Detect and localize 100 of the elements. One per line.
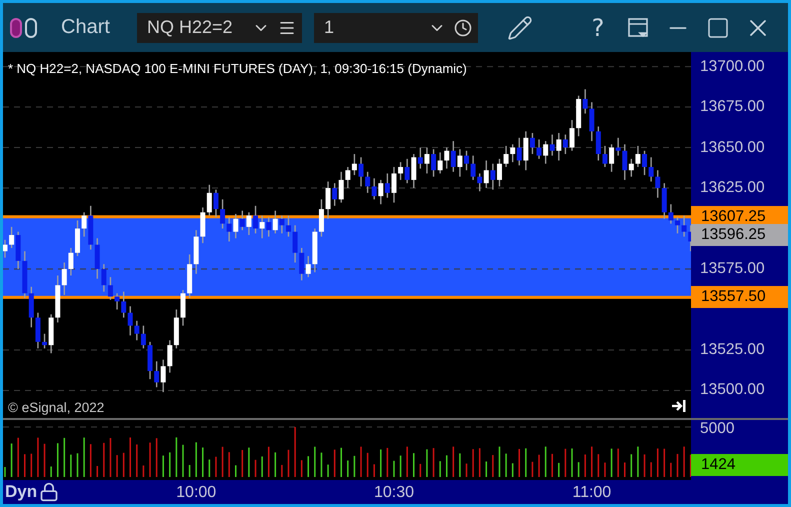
price-tick: 13675.00 [700, 98, 765, 116]
candlestick [220, 198, 226, 230]
candlestick [484, 160, 489, 189]
candlestick [9, 226, 14, 249]
candlestick [424, 146, 430, 174]
candlestick [306, 255, 311, 278]
candlestick [655, 170, 660, 198]
price-tick: 13700.00 [700, 58, 765, 76]
candlestick [682, 214, 687, 238]
candlestick [438, 152, 443, 174]
candlestick [358, 156, 364, 188]
candlestick [365, 171, 370, 194]
candlestick [292, 224, 298, 264]
lock-icon[interactable] [39, 482, 60, 502]
candlestick [378, 179, 384, 205]
candlestick [326, 180, 331, 220]
price-tick: 13575.00 [700, 260, 765, 278]
candlestick [589, 102, 594, 142]
candlestick [562, 134, 568, 155]
candlestick [674, 216, 680, 234]
volume-tick: 5000 [700, 420, 734, 438]
candlestick [154, 360, 160, 388]
candlestick [523, 130, 528, 171]
candlestick [582, 88, 588, 114]
candlestick [332, 182, 338, 206]
candlestick [411, 153, 416, 189]
time-tick: 10:30 [374, 484, 414, 502]
candlestick [622, 144, 628, 181]
window-title: Chart [61, 16, 111, 39]
candlestick [391, 166, 396, 204]
candlestick [470, 154, 476, 181]
candlestick [240, 210, 245, 231]
jump-to-end-icon[interactable] [671, 399, 687, 413]
candlestick [464, 150, 470, 171]
candlestick [167, 340, 172, 374]
candlestick [128, 306, 133, 336]
candlestick [490, 163, 496, 190]
candlestick [260, 214, 265, 239]
candlestick [635, 145, 640, 168]
dyn-label[interactable]: Dyn [5, 482, 38, 502]
candlestick [602, 145, 608, 168]
clock-icon[interactable] [454, 18, 472, 36]
candlestick [496, 158, 502, 188]
price-tick: 13525.00 [700, 340, 765, 359]
candlestick [444, 146, 450, 170]
candlestick [108, 276, 113, 300]
candlestick [450, 140, 456, 172]
candlestick [213, 189, 218, 218]
candlestick [628, 158, 634, 178]
time-tick: 10:00 [176, 484, 216, 502]
candlestick [272, 210, 278, 234]
candlestick [160, 359, 166, 393]
price-label: 13596.25 [691, 224, 788, 246]
candlestick [140, 325, 146, 350]
candlestick [266, 216, 272, 238]
price-tick: 13625.00 [700, 179, 765, 198]
candlestick [596, 126, 601, 162]
interval-field[interactable]: 1 [314, 12, 478, 42]
candlestick [609, 144, 614, 172]
candlestick [206, 184, 212, 216]
candlestick [338, 171, 344, 204]
candlestick [101, 264, 106, 292]
candlestick [3, 239, 8, 258]
candlestick [648, 156, 654, 182]
candlestick [299, 247, 304, 281]
candlestick [404, 158, 410, 184]
help-button[interactable]: ? [578, 10, 618, 46]
candlestick [556, 132, 562, 162]
candlestick [550, 134, 555, 156]
price-tick: 13500.00 [700, 381, 765, 400]
price-label: 13557.50 [691, 286, 788, 308]
candlestick [286, 214, 291, 238]
candlestick [510, 144, 516, 163]
candlestick [642, 150, 648, 176]
candlestick [233, 213, 238, 239]
candlestick [536, 138, 542, 160]
candlestick [477, 172, 482, 192]
chart-legend: * NQ H22=2, NASDAQ 100 E-MINI FUTURES (DAY), 1, 09:30-16:15 (Dynamic) [8, 61, 467, 76]
candlestick [668, 204, 674, 224]
candlestick [398, 161, 404, 181]
candlestick [570, 119, 574, 152]
candlestick [345, 166, 350, 189]
candlestick [418, 146, 423, 170]
candlestick [384, 172, 390, 198]
candlestick [62, 262, 67, 296]
candlestick [616, 137, 621, 156]
candlestick [246, 212, 252, 236]
candlestick [253, 205, 258, 234]
candlestick [543, 140, 548, 164]
candlestick [372, 178, 377, 200]
time-tick: 11:00 [572, 484, 612, 502]
candlestick [431, 148, 436, 178]
candlestick [121, 291, 126, 318]
candlestick [68, 247, 74, 276]
candlestick [318, 198, 324, 238]
candlestick [42, 333, 48, 350]
symbol-field[interactable]: NQ H22=2 [137, 12, 302, 42]
price-tick: 13650.00 [700, 138, 765, 157]
candlestick [114, 292, 120, 310]
candlestick [82, 212, 87, 238]
